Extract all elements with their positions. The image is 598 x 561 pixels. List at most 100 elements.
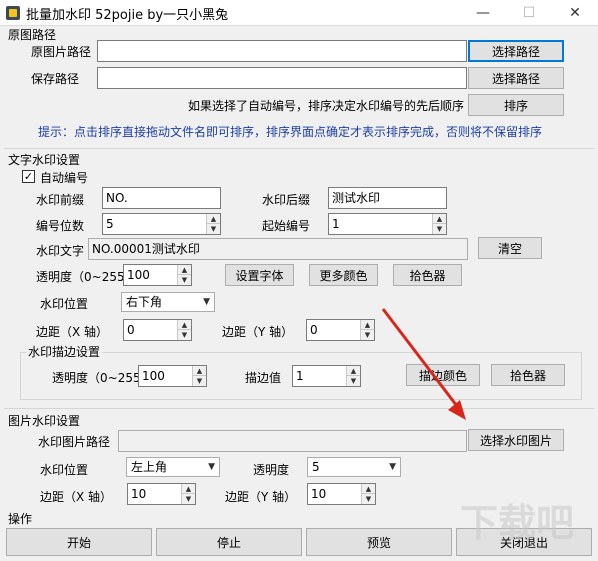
save-path-label: 保存路径 xyxy=(31,72,80,86)
spin-down-icon[interactable]: ▼ xyxy=(193,376,206,386)
image-watermark-group-title: 图片水印设置 xyxy=(8,414,81,428)
image-margin-x-input[interactable]: 10 ▲ ▼ xyxy=(127,483,196,505)
preview-button[interactable]: 预览 xyxy=(306,528,452,556)
choose-watermark-image-button[interactable]: 选择水印图片 xyxy=(468,429,564,451)
stroke-value-input[interactable]: 1 ▲ ▼ xyxy=(292,365,361,387)
start-number-value: 1 xyxy=(332,217,340,231)
opacity-input[interactable]: 100 ▲ ▼ xyxy=(123,264,192,286)
spin-up-icon[interactable]: ▲ xyxy=(433,214,446,224)
text-watermark-group-title: 文字水印设置 xyxy=(8,153,81,167)
stroke-opacity-spinner[interactable]: ▲ ▼ xyxy=(192,366,206,386)
watermark-image-path-label: 水印图片路径 xyxy=(38,435,111,449)
spin-up-icon[interactable]: ▲ xyxy=(178,265,191,275)
margin-x-label: 边距（X 轴） xyxy=(36,325,109,339)
image-margin-y-spinner[interactable]: ▲ ▼ xyxy=(361,484,375,504)
image-margin-y-value: 10 xyxy=(311,487,327,501)
stroke-color-button[interactable]: 描边颜色 xyxy=(406,364,480,386)
color-picker-button[interactable]: 拾色器 xyxy=(393,264,462,286)
spin-up-icon[interactable]: ▲ xyxy=(182,484,195,494)
spin-up-icon[interactable]: ▲ xyxy=(193,366,206,376)
source-path-input[interactable] xyxy=(97,40,467,62)
maximize-button[interactable]: ☐ xyxy=(506,0,552,26)
minimize-button[interactable]: — xyxy=(460,0,506,26)
digits-spinner[interactable]: ▲ ▼ xyxy=(206,214,220,234)
chevron-down-icon: ▼ xyxy=(208,462,215,472)
auto-number-checkbox[interactable]: ✓ xyxy=(22,170,35,183)
image-opacity-select[interactable]: 5 ▼ xyxy=(307,457,401,477)
site-watermark: 下载吧 xyxy=(460,501,575,545)
position-select[interactable]: 右下角 ▼ xyxy=(121,292,215,312)
margin-y-input[interactable]: 0 ▲ ▼ xyxy=(306,319,375,341)
spin-up-icon[interactable]: ▲ xyxy=(361,320,374,330)
spin-up-icon[interactable]: ▲ xyxy=(347,366,360,376)
spin-down-icon[interactable]: ▼ xyxy=(362,494,375,504)
spin-up-icon[interactable]: ▲ xyxy=(207,214,220,224)
margin-x-value: 0 xyxy=(127,323,135,337)
spin-down-icon[interactable]: ▼ xyxy=(207,224,220,234)
spin-down-icon[interactable]: ▼ xyxy=(182,494,195,504)
spin-up-icon[interactable]: ▲ xyxy=(362,484,375,494)
choose-save-path-button[interactable]: 选择路径 xyxy=(468,67,564,89)
spin-down-icon[interactable]: ▼ xyxy=(178,275,191,285)
more-colors-button[interactable]: 更多颜色 xyxy=(309,264,378,286)
image-margin-y-input[interactable]: 10 ▲ ▼ xyxy=(307,483,376,505)
source-path-label: 原图片路径 xyxy=(31,45,92,59)
stroke-value-spinner[interactable]: ▲ ▼ xyxy=(346,366,360,386)
choose-source-path-button[interactable]: 选择路径 xyxy=(468,40,564,62)
margin-y-label: 边距（Y 轴） xyxy=(222,325,294,339)
suffix-input[interactable]: 测试水印 xyxy=(328,187,447,209)
watermark-text-input[interactable]: NO.00001测试水印 xyxy=(88,238,468,260)
spin-down-icon[interactable]: ▼ xyxy=(361,330,374,340)
chevron-down-icon: ▼ xyxy=(389,462,396,472)
clear-button[interactable]: 清空 xyxy=(478,237,542,259)
title-bar: 批量加水印 52pojie by一只小黑兔 — ☐ ✕ xyxy=(0,0,598,26)
image-position-select[interactable]: 左上角 ▼ xyxy=(126,457,220,477)
stroke-value: 1 xyxy=(296,369,304,383)
start-number-input[interactable]: 1 ▲ ▼ xyxy=(328,213,447,235)
chevron-down-icon: ▼ xyxy=(203,297,210,307)
divider xyxy=(4,408,594,409)
paths-group-title: 原图路径 xyxy=(8,28,57,42)
digits-value: 5 xyxy=(106,217,114,231)
spin-down-icon[interactable]: ▼ xyxy=(433,224,446,234)
start-number-spinner[interactable]: ▲ ▼ xyxy=(432,214,446,234)
start-button[interactable]: 开始 xyxy=(6,528,152,556)
sort-button[interactable]: 排序 xyxy=(468,94,564,116)
margin-y-value: 0 xyxy=(310,323,318,337)
opacity-label: 透明度（0~255） xyxy=(36,270,137,284)
watermark-image-path-input[interactable] xyxy=(118,430,467,452)
sort-note: 如果选择了自动编号，排序决定水印编号的先后顺序 xyxy=(188,99,465,113)
image-position-value: 左上角 xyxy=(131,460,168,474)
stroke-picker-button[interactable]: 拾色器 xyxy=(491,364,565,386)
spin-up-icon[interactable]: ▲ xyxy=(178,320,191,330)
sort-hint: 提示：点击排序直接拖动文件名即可排序，排序界面点确定才表示排序完成，否则将不保留… xyxy=(38,125,543,139)
stroke-opacity-input[interactable]: 100 ▲ ▼ xyxy=(138,365,207,387)
save-path-input[interactable] xyxy=(97,67,467,89)
opacity-spinner[interactable]: ▲ ▼ xyxy=(177,265,191,285)
image-opacity-value: 5 xyxy=(312,460,320,474)
image-margin-y-label: 边距（Y 轴） xyxy=(225,490,297,504)
stroke-value-label: 描边值 xyxy=(245,371,282,385)
start-number-label: 起始编号 xyxy=(262,219,311,233)
suffix-label: 水印后缀 xyxy=(262,193,311,207)
check-icon: ✓ xyxy=(23,170,34,183)
close-window-button[interactable]: ✕ xyxy=(552,0,598,26)
spin-down-icon[interactable]: ▼ xyxy=(347,376,360,386)
set-font-button[interactable]: 设置字体 xyxy=(225,264,294,286)
margin-x-spinner[interactable]: ▲ ▼ xyxy=(177,320,191,340)
position-label: 水印位置 xyxy=(40,297,89,311)
window-title: 批量加水印 52pojie by一只小黑兔 xyxy=(26,8,229,23)
app-icon xyxy=(6,6,20,20)
margin-y-spinner[interactable]: ▲ ▼ xyxy=(360,320,374,340)
image-opacity-label: 透明度 xyxy=(253,463,290,477)
digits-input[interactable]: 5 ▲ ▼ xyxy=(102,213,221,235)
prefix-input[interactable]: NO. xyxy=(102,187,221,209)
opacity-value: 100 xyxy=(127,268,150,282)
margin-x-input[interactable]: 0 ▲ ▼ xyxy=(123,319,192,341)
stop-button[interactable]: 停止 xyxy=(156,528,302,556)
spin-down-icon[interactable]: ▼ xyxy=(178,330,191,340)
image-margin-x-spinner[interactable]: ▲ ▼ xyxy=(181,484,195,504)
divider xyxy=(4,148,594,149)
stroke-opacity-value: 100 xyxy=(142,369,165,383)
auto-number-label: 自动编号 xyxy=(40,171,89,185)
